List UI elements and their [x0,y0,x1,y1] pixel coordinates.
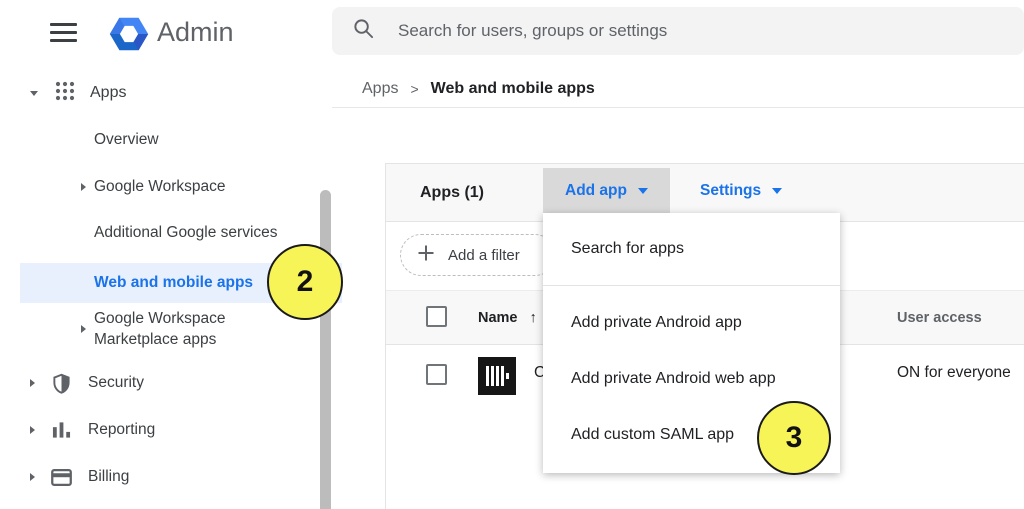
settings-button[interactable]: Settings [700,168,782,213]
user-access-column-header: User access [897,290,982,345]
app-logo-icon [478,357,516,395]
name-header-label: Name [478,310,518,326]
table-row-user-access[interactable]: ON for everyone [897,345,1011,400]
sidebar-item-web-and-mobile-apps[interactable]: Web and mobile apps [94,269,253,297]
sidebar-item-label: Apps [90,84,126,102]
sidebar-item-google-workspace[interactable]: Google Workspace [81,173,226,201]
search-icon [352,17,375,45]
sidebar-item-reporting[interactable]: Reporting [30,416,155,444]
sidebar-item-label: Google Workspace [94,178,226,196]
admin-logo-icon [106,11,152,62]
chevron-down-icon [772,188,782,194]
breadcrumb-parent[interactable]: Apps [362,80,398,98]
breadcrumb-separator: > [410,81,418,97]
expand-arrow-icon [81,183,86,191]
apps-grid-icon [55,81,75,106]
divider [332,107,1024,108]
select-all-checkbox[interactable] [426,306,447,327]
sidebar-scrollbar[interactable] [320,190,331,509]
annotation-step-3: 3 [757,401,831,475]
breadcrumb-current: Web and mobile apps [431,80,595,98]
menu-item-add-private-android-web-app[interactable]: Add private Android web app [543,351,840,407]
sidebar-item-additional-google-services[interactable]: Additional Google services [94,219,278,247]
chevron-down-icon [638,188,648,194]
sidebar-item-security[interactable]: Security [30,369,144,397]
user-access-header-label: User access [897,310,982,326]
annotation-step-2: 2 [267,244,343,320]
expand-arrow-icon [81,325,86,333]
expand-arrow-icon [30,473,35,481]
shield-icon [50,373,72,394]
app-title: Admin [157,17,234,48]
plus-icon [417,244,435,266]
sidebar-item-billing[interactable]: Billing [30,463,129,491]
settings-label: Settings [700,182,761,200]
add-filter-label: Add a filter [448,247,520,264]
bar-chart-icon [50,421,72,439]
sidebar-item-label: Additional Google services [94,224,278,242]
sidebar-item-label: Reporting [88,421,155,439]
sidebar-item-label: Google Workspace Marketplace apps [94,308,269,350]
row-checkbox[interactable] [426,364,447,385]
breadcrumb: Apps > Web and mobile apps [362,79,595,99]
add-app-label: Add app [565,182,627,200]
add-app-button[interactable]: Add app [543,168,670,213]
add-filter-chip[interactable]: Add a filter [400,234,556,276]
collapse-arrow-icon [30,91,38,96]
expand-arrow-icon [30,379,35,387]
admin-console-screen: Admin Apps Overview Google Workspace Add… [0,0,1024,509]
credit-card-icon [50,469,72,486]
sidebar-item-marketplace-apps[interactable]: Google Workspace Marketplace apps [81,306,269,352]
sidebar-item-label: Billing [88,468,129,486]
menu-divider [543,285,840,286]
menu-item-add-private-android-app[interactable]: Add private Android app [543,295,840,351]
global-search-bar[interactable] [332,7,1024,55]
search-input[interactable] [398,21,998,41]
sidebar-item-label: Security [88,374,144,392]
sidebar-item-label: Overview [94,131,159,149]
expand-arrow-icon [30,426,35,434]
sort-ascending-icon: ↑ [530,310,537,326]
sidebar-item-label: Web and mobile apps [94,274,253,292]
sidebar-item-apps[interactable]: Apps [30,79,126,107]
menu-item-search-for-apps[interactable]: Search for apps [543,213,840,285]
sidebar-item-overview[interactable]: Overview [94,126,159,154]
menu-icon[interactable] [50,23,77,43]
apps-count-label: Apps (1) [420,164,484,222]
name-column-header[interactable]: Name ↑ [478,290,537,345]
